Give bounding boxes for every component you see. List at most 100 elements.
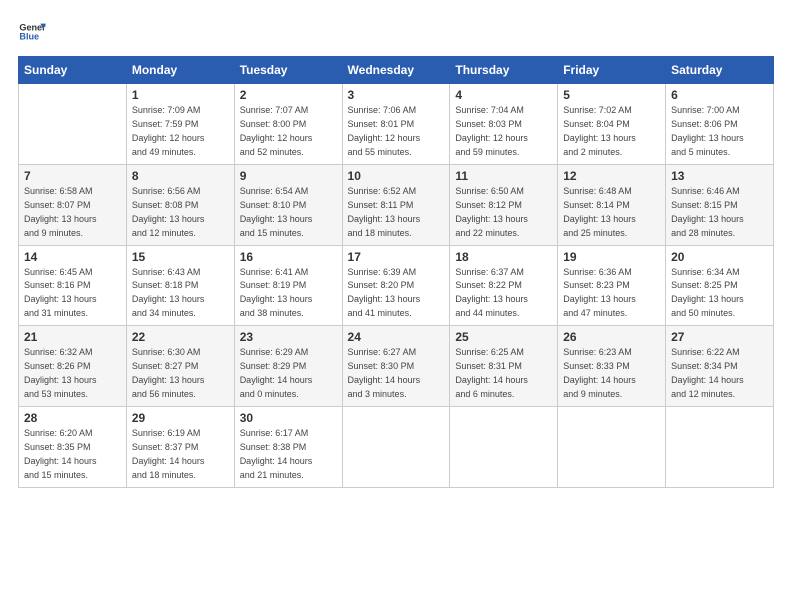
- day-number: 11: [455, 169, 552, 183]
- day-info: Sunrise: 7:00 AM Sunset: 8:06 PM Dayligh…: [671, 104, 768, 160]
- day-number: 3: [348, 88, 445, 102]
- day-number: 14: [24, 250, 121, 264]
- calendar-cell: 30 Sunrise: 6:17 AM Sunset: 8:38 PM Dayli…: [234, 407, 342, 488]
- calendar-cell: 19 Sunrise: 6:36 AM Sunset: 8:23 PM Dayli…: [558, 245, 666, 326]
- day-number: 29: [132, 411, 229, 425]
- day-info: Sunrise: 6:32 AM Sunset: 8:26 PM Dayligh…: [24, 346, 121, 402]
- day-number: 7: [24, 169, 121, 183]
- weekday-header-monday: Monday: [126, 57, 234, 84]
- weekday-header-sunday: Sunday: [19, 57, 127, 84]
- day-info: Sunrise: 6:58 AM Sunset: 8:07 PM Dayligh…: [24, 185, 121, 241]
- logo: General Blue: [18, 18, 46, 46]
- day-number: 16: [240, 250, 337, 264]
- day-number: 2: [240, 88, 337, 102]
- calendar-table: SundayMondayTuesdayWednesdayThursdayFrid…: [18, 56, 774, 488]
- calendar-cell: [558, 407, 666, 488]
- day-info: Sunrise: 6:29 AM Sunset: 8:29 PM Dayligh…: [240, 346, 337, 402]
- weekday-header-wednesday: Wednesday: [342, 57, 450, 84]
- calendar-cell: 13Sunrise: 6:46 AM Sunset: 8:15 PM Dayli…: [666, 164, 774, 245]
- day-info: Sunrise: 6:43 AM Sunset: 8:18 PM Dayligh…: [132, 266, 229, 322]
- calendar-cell: 23 Sunrise: 6:29 AM Sunset: 8:29 PM Dayli…: [234, 326, 342, 407]
- day-number: 4: [455, 88, 552, 102]
- day-info: Sunrise: 6:17 AM Sunset: 8:38 PM Dayligh…: [240, 427, 337, 483]
- calendar-cell: 8 Sunrise: 6:56 AM Sunset: 8:08 PM Daylig…: [126, 164, 234, 245]
- calendar-cell: 14 Sunrise: 6:45 AM Sunset: 8:16 PM Dayli…: [19, 245, 127, 326]
- logo-icon: General Blue: [18, 18, 46, 46]
- calendar-cell: 22 Sunrise: 6:30 AM Sunset: 8:27 PM Dayli…: [126, 326, 234, 407]
- calendar-cell: 24 Sunrise: 6:27 AM Sunset: 8:30 PM Dayli…: [342, 326, 450, 407]
- day-number: 5: [563, 88, 660, 102]
- day-info: Sunrise: 6:54 AM Sunset: 8:10 PM Dayligh…: [240, 185, 337, 241]
- calendar-cell: 28 Sunrise: 6:20 AM Sunset: 8:35 PM Dayli…: [19, 407, 127, 488]
- calendar-cell: 1 Sunrise: 7:09 AM Sunset: 7:59 PM Daylig…: [126, 84, 234, 165]
- day-info: Sunrise: 6:22 AM Sunset: 8:34 PM Dayligh…: [671, 346, 768, 402]
- day-info: Sunrise: 6:20 AM Sunset: 8:35 PM Dayligh…: [24, 427, 121, 483]
- day-number: 10: [348, 169, 445, 183]
- svg-text:Blue: Blue: [19, 32, 39, 42]
- day-number: 22: [132, 330, 229, 344]
- day-number: 9: [240, 169, 337, 183]
- calendar-cell: 7 Sunrise: 6:58 AM Sunset: 8:07 PM Daylig…: [19, 164, 127, 245]
- day-info: Sunrise: 6:27 AM Sunset: 8:30 PM Dayligh…: [348, 346, 445, 402]
- day-info: Sunrise: 7:07 AM Sunset: 8:00 PM Dayligh…: [240, 104, 337, 160]
- day-info: Sunrise: 6:48 AM Sunset: 8:14 PM Dayligh…: [563, 185, 660, 241]
- day-info: Sunrise: 6:52 AM Sunset: 8:11 PM Dayligh…: [348, 185, 445, 241]
- calendar-cell: [19, 84, 127, 165]
- day-number: 6: [671, 88, 768, 102]
- day-number: 1: [132, 88, 229, 102]
- day-info: Sunrise: 6:34 AM Sunset: 8:25 PM Dayligh…: [671, 266, 768, 322]
- calendar-cell: 12 Sunrise: 6:48 AM Sunset: 8:14 PM Dayli…: [558, 164, 666, 245]
- calendar-cell: 5 Sunrise: 7:02 AM Sunset: 8:04 PM Daylig…: [558, 84, 666, 165]
- calendar-cell: 2 Sunrise: 7:07 AM Sunset: 8:00 PM Daylig…: [234, 84, 342, 165]
- day-info: Sunrise: 6:45 AM Sunset: 8:16 PM Dayligh…: [24, 266, 121, 322]
- calendar-cell: 4 Sunrise: 7:04 AM Sunset: 8:03 PM Daylig…: [450, 84, 558, 165]
- calendar-cell: 27 Sunrise: 6:22 AM Sunset: 8:34 PM Dayli…: [666, 326, 774, 407]
- day-info: Sunrise: 6:19 AM Sunset: 8:37 PM Dayligh…: [132, 427, 229, 483]
- day-number: 24: [348, 330, 445, 344]
- day-info: Sunrise: 6:41 AM Sunset: 8:19 PM Dayligh…: [240, 266, 337, 322]
- day-info: Sunrise: 6:25 AM Sunset: 8:31 PM Dayligh…: [455, 346, 552, 402]
- calendar-header: SundayMondayTuesdayWednesdayThursdayFrid…: [19, 57, 774, 84]
- day-info: Sunrise: 6:46 AM Sunset: 8:15 PM Dayligh…: [671, 185, 768, 241]
- day-info: Sunrise: 7:09 AM Sunset: 7:59 PM Dayligh…: [132, 104, 229, 160]
- day-info: Sunrise: 6:39 AM Sunset: 8:20 PM Dayligh…: [348, 266, 445, 322]
- calendar-cell: 11Sunrise: 6:50 AM Sunset: 8:12 PM Dayli…: [450, 164, 558, 245]
- day-number: 18: [455, 250, 552, 264]
- day-info: Sunrise: 7:04 AM Sunset: 8:03 PM Dayligh…: [455, 104, 552, 160]
- calendar-cell: 17Sunrise: 6:39 AM Sunset: 8:20 PM Dayli…: [342, 245, 450, 326]
- calendar-cell: 9 Sunrise: 6:54 AM Sunset: 8:10 PM Daylig…: [234, 164, 342, 245]
- day-number: 19: [563, 250, 660, 264]
- day-number: 28: [24, 411, 121, 425]
- calendar-cell: 10 Sunrise: 6:52 AM Sunset: 8:11 PM Dayli…: [342, 164, 450, 245]
- calendar-cell: 26 Sunrise: 6:23 AM Sunset: 8:33 PM Dayli…: [558, 326, 666, 407]
- day-number: 26: [563, 330, 660, 344]
- day-info: Sunrise: 7:02 AM Sunset: 8:04 PM Dayligh…: [563, 104, 660, 160]
- day-info: Sunrise: 6:37 AM Sunset: 8:22 PM Dayligh…: [455, 266, 552, 322]
- calendar-cell: 18 Sunrise: 6:37 AM Sunset: 8:22 PM Dayli…: [450, 245, 558, 326]
- calendar-cell: 21 Sunrise: 6:32 AM Sunset: 8:26 PM Dayli…: [19, 326, 127, 407]
- day-info: Sunrise: 6:23 AM Sunset: 8:33 PM Dayligh…: [563, 346, 660, 402]
- day-number: 30: [240, 411, 337, 425]
- day-number: 8: [132, 169, 229, 183]
- weekday-header-tuesday: Tuesday: [234, 57, 342, 84]
- day-number: 12: [563, 169, 660, 183]
- day-info: Sunrise: 6:36 AM Sunset: 8:23 PM Dayligh…: [563, 266, 660, 322]
- day-number: 21: [24, 330, 121, 344]
- calendar-cell: 29 Sunrise: 6:19 AM Sunset: 8:37 PM Dayli…: [126, 407, 234, 488]
- calendar-cell: 15 Sunrise: 6:43 AM Sunset: 8:18 PM Dayli…: [126, 245, 234, 326]
- calendar-body: 1 Sunrise: 7:09 AM Sunset: 7:59 PM Daylig…: [19, 84, 774, 488]
- calendar-cell: [342, 407, 450, 488]
- day-info: Sunrise: 6:30 AM Sunset: 8:27 PM Dayligh…: [132, 346, 229, 402]
- calendar-cell: 6 Sunrise: 7:00 AM Sunset: 8:06 PM Daylig…: [666, 84, 774, 165]
- day-number: 20: [671, 250, 768, 264]
- day-info: Sunrise: 6:56 AM Sunset: 8:08 PM Dayligh…: [132, 185, 229, 241]
- day-number: 23: [240, 330, 337, 344]
- calendar-cell: [450, 407, 558, 488]
- calendar-cell: 20 Sunrise: 6:34 AM Sunset: 8:25 PM Dayli…: [666, 245, 774, 326]
- header: General Blue: [18, 18, 774, 46]
- day-number: 15: [132, 250, 229, 264]
- calendar-cell: 3Sunrise: 7:06 AM Sunset: 8:01 PM Daylig…: [342, 84, 450, 165]
- weekday-header-saturday: Saturday: [666, 57, 774, 84]
- calendar-container: General Blue SundayMondayTuesdayWednesda…: [0, 0, 792, 498]
- day-number: 27: [671, 330, 768, 344]
